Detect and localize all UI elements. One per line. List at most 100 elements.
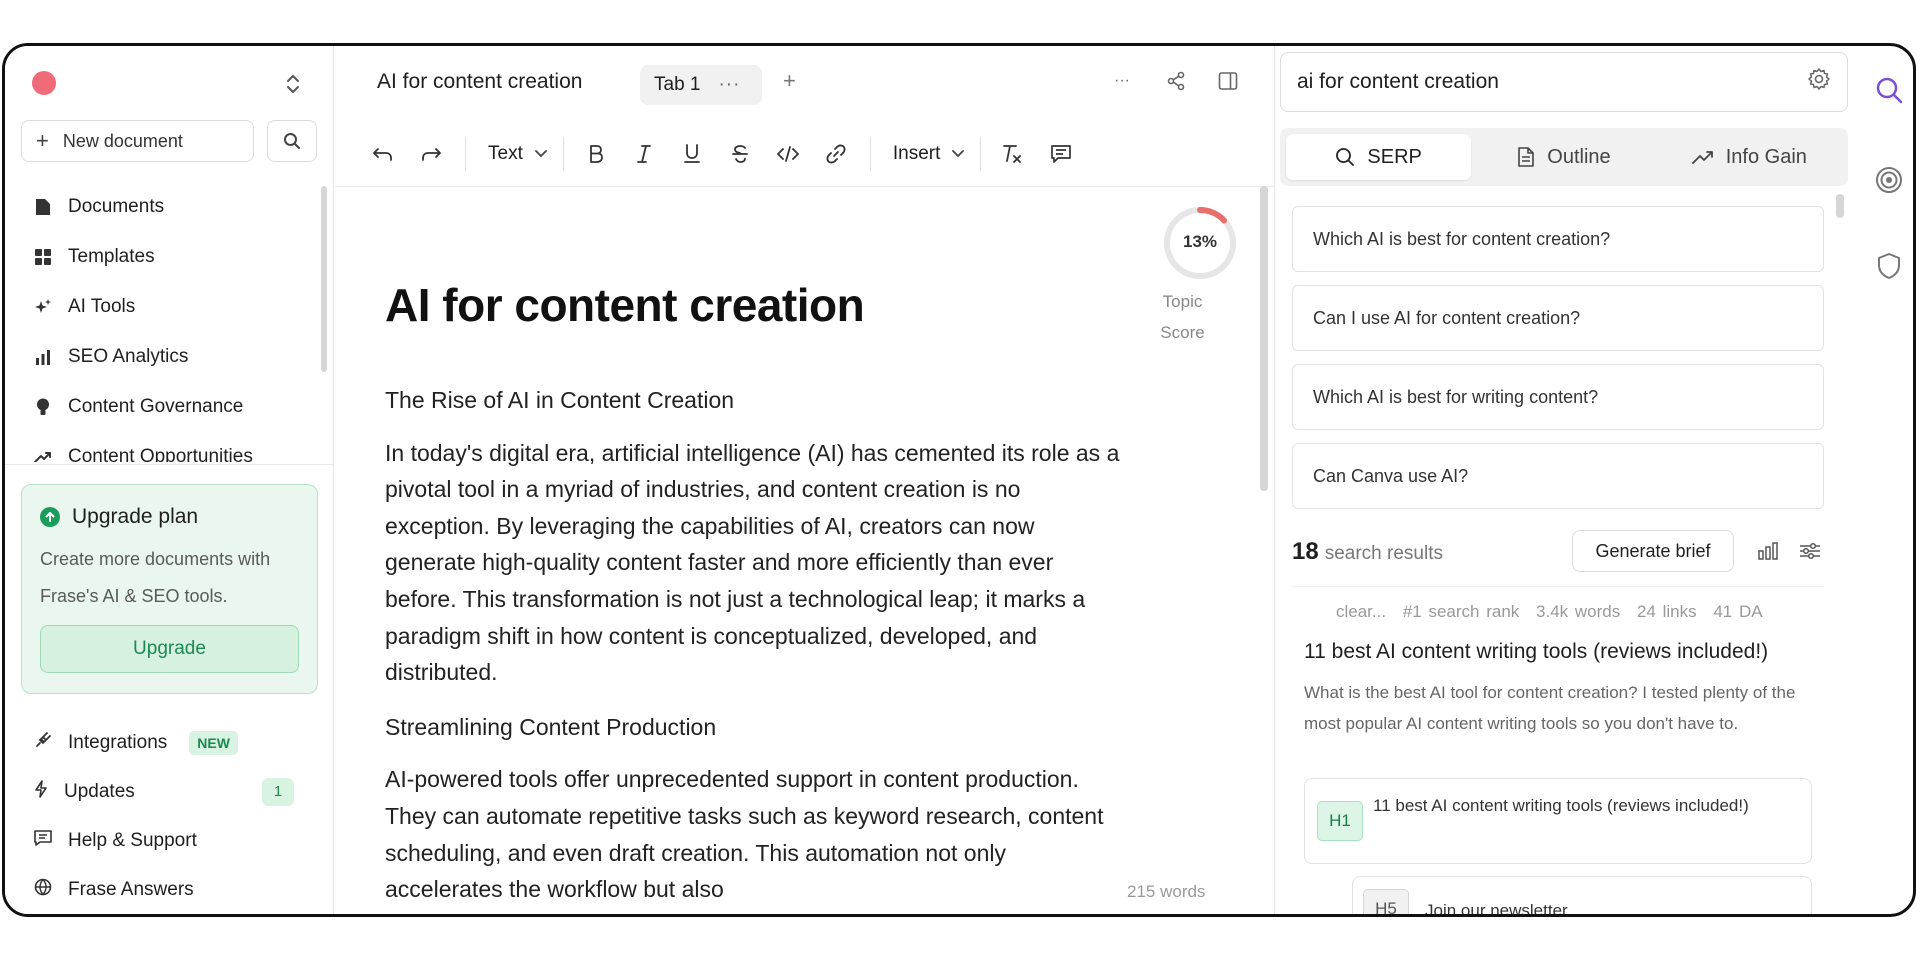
document-heading[interactable]: AI for content creation	[385, 278, 865, 332]
sidebar-item-label: Help & Support	[68, 829, 197, 851]
clear-format-icon[interactable]	[993, 134, 1033, 174]
sidebar-item-frase-answers[interactable]: Frase Answers	[5, 865, 334, 914]
add-tab-button[interactable]: +	[783, 68, 796, 94]
tab-serp[interactable]: SERP	[1286, 134, 1472, 180]
new-document-label: New document	[62, 130, 183, 151]
toolbar-divider	[980, 137, 982, 171]
redo-icon[interactable]	[411, 134, 451, 174]
bold-icon[interactable]	[576, 134, 616, 174]
filter-sliders-icon[interactable]	[1798, 539, 1822, 563]
code-icon[interactable]	[768, 134, 808, 174]
sparkles-icon	[34, 298, 52, 316]
new-document-button[interactable]: + New document	[21, 120, 254, 162]
sidebar-item-label: SEO Analytics	[68, 346, 189, 367]
divider	[335, 186, 1275, 187]
bar-chart-icon	[34, 348, 52, 366]
editor-scrollbar[interactable]	[1260, 186, 1268, 491]
sidebar-item-label: Integrations	[68, 731, 168, 753]
shield-icon[interactable]	[1875, 252, 1903, 280]
underline-icon[interactable]	[672, 134, 712, 174]
search-results-summary: 18 search results	[1292, 538, 1443, 566]
toggle-panel-icon[interactable]	[1215, 68, 1241, 94]
result-links: 24 links	[1636, 602, 1697, 621]
text-style-dropdown[interactable]: Text	[478, 143, 557, 165]
window-close-dot[interactable]	[32, 71, 56, 95]
panel-scrollbar[interactable]	[1836, 194, 1844, 218]
sidebar-item-content-opportunities[interactable]: Content Opportunities	[5, 432, 323, 462]
search-icon[interactable]	[1875, 76, 1903, 104]
toolbar-divider	[465, 137, 466, 171]
text-style-label: Text	[488, 143, 523, 164]
link-icon[interactable]	[816, 134, 856, 174]
sidebar-bottom-nav: Integrations NEW Updates 1 Help & Suppor…	[5, 718, 334, 914]
sidebar: + New document Documents Templates AI To…	[5, 46, 334, 914]
h5-tag: H5	[1363, 889, 1409, 914]
sidebar-item-label: Frase Answers	[68, 878, 194, 900]
result-rank: #1 search rank	[1402, 602, 1520, 621]
updates-count-badge: 1	[262, 777, 294, 806]
comment-icon[interactable]	[1041, 134, 1081, 174]
globe-icon	[34, 878, 52, 902]
tab-outline[interactable]: Outline	[1471, 134, 1656, 180]
tab-label: Info Gain	[1725, 145, 1807, 168]
more-horizontal-icon[interactable]: ···	[1109, 68, 1135, 94]
generate-brief-button[interactable]: Generate brief	[1572, 530, 1734, 572]
section-heading: The Rise of AI in Content Creation	[385, 387, 735, 413]
question-card[interactable]: Which AI is best for content creation?	[1292, 206, 1824, 272]
sidebar-item-templates[interactable]: Templates	[5, 232, 323, 282]
trending-up-icon	[34, 448, 52, 462]
insert-label: Insert	[892, 143, 941, 164]
h1-tag: H1	[1317, 801, 1363, 841]
sidebar-search-button[interactable]	[267, 120, 317, 162]
serp-query-input[interactable]: ai for content creation	[1280, 52, 1848, 112]
target-icon[interactable]	[1875, 166, 1903, 194]
bar-chart-icon[interactable]	[1756, 539, 1780, 563]
plus-icon: +	[36, 128, 49, 153]
tab-label: Outline	[1547, 145, 1611, 168]
share-icon[interactable]	[1163, 68, 1189, 94]
sidebar-nav: Documents Templates AI Tools SEO Analyti…	[5, 182, 323, 462]
section-heading: Streamlining Content Production	[385, 713, 717, 740]
document-title[interactable]: AI for content creation	[377, 70, 582, 94]
right-rail	[1855, 46, 1913, 914]
heading-card[interactable]: H5 Join our newsletter	[1352, 876, 1812, 917]
search-icon	[1336, 148, 1355, 166]
tab-1[interactable]: Tab 1 ···	[640, 65, 762, 105]
chevron-up-down-icon[interactable]	[283, 71, 303, 97]
toolbar-divider	[562, 137, 564, 171]
sidebar-item-ai-tools[interactable]: AI Tools	[5, 282, 323, 332]
sidebar-item-label: AI Tools	[68, 296, 136, 317]
app-window: + New document Documents Templates AI To…	[2, 43, 1916, 917]
plug-icon	[34, 731, 52, 755]
arrow-up-circle-icon	[40, 507, 60, 527]
undo-icon[interactable]	[363, 134, 403, 174]
toolbar-divider	[869, 137, 871, 171]
result-title[interactable]: 11 best AI content writing tools (review…	[1304, 640, 1768, 664]
document-body[interactable]: The Rise of AI in Content Creation In to…	[385, 382, 1125, 914]
italic-icon[interactable]	[624, 134, 664, 174]
heading-card[interactable]: H1 11 best AI content writing tools (rev…	[1304, 778, 1812, 864]
sidebar-scrollbar[interactable]	[321, 186, 327, 372]
strikethrough-icon[interactable]	[720, 134, 760, 174]
insert-dropdown[interactable]: Insert	[883, 143, 975, 165]
question-card[interactable]: Which AI is best for writing content?	[1292, 364, 1824, 430]
file-icon	[34, 198, 52, 216]
paragraph: In today's digital era, artificial intel…	[385, 439, 1120, 686]
heading-text: Join our newsletter	[1425, 901, 1568, 917]
sidebar-item-label: Documents	[68, 196, 165, 217]
upgrade-button[interactable]: Upgrade	[40, 625, 299, 673]
gear-icon[interactable]	[1807, 67, 1831, 97]
grid-icon	[34, 248, 52, 266]
sidebar-item-updates[interactable]: Updates 1	[5, 767, 334, 816]
question-card[interactable]: Can I use AI for content creation?	[1292, 285, 1824, 351]
sidebar-item-help-support[interactable]: Help & Support	[5, 816, 334, 865]
sidebar-item-integrations[interactable]: Integrations NEW	[5, 718, 334, 767]
sidebar-item-content-governance[interactable]: Content Governance	[5, 382, 323, 432]
sidebar-item-documents[interactable]: Documents	[5, 182, 323, 232]
more-horizontal-icon[interactable]: ···	[718, 74, 740, 96]
result-domain[interactable]: clear...	[1336, 602, 1386, 621]
result-da: 41 DA	[1713, 602, 1763, 621]
question-card[interactable]: Can Canva use AI?	[1292, 443, 1824, 509]
sidebar-item-seo-analytics[interactable]: SEO Analytics	[5, 332, 323, 382]
tab-info-gain[interactable]: Info Gain	[1657, 134, 1842, 180]
